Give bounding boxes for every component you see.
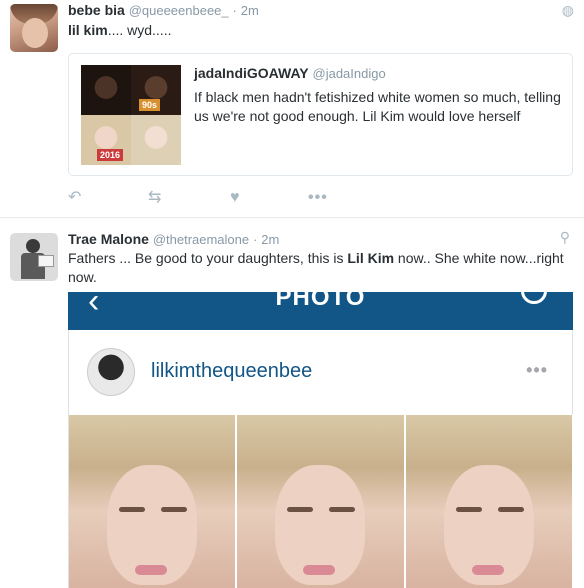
- instagram-photo: [69, 415, 573, 588]
- avatar[interactable]: [10, 4, 58, 52]
- instagram-title: PHOTO: [275, 292, 366, 311]
- avatar-face: [22, 18, 48, 48]
- photo-brow: [329, 507, 356, 512]
- author-name[interactable]: bebe bia: [68, 2, 125, 18]
- tweet-text-bold[interactable]: Lil Kim: [347, 250, 394, 266]
- instagram-username: lilkimthequeenbee: [151, 360, 313, 382]
- tweet[interactable]: bebe bia @queeeenbeee_ · 2m ◍ lil kim...…: [0, 0, 584, 218]
- tweet[interactable]: Trae Malone @thetraemalone · 2m ⚲ Father…: [0, 219, 584, 588]
- author-name[interactable]: Trae Malone: [68, 231, 149, 247]
- tweet-actions: ↶ ⇆ ♥ •••: [68, 188, 368, 208]
- avatar-sign: [38, 255, 54, 267]
- tweet-header: Trae Malone @thetraemalone · 2m: [68, 231, 279, 247]
- tweet-text: lil kim.... wyd.....: [68, 21, 171, 40]
- quoted-tweet[interactable]: 90s 2016 jadaIndiGOAWAY @jadaIndigo If b…: [68, 53, 573, 176]
- quote-author-name[interactable]: jadaIndiGOAWAY: [194, 65, 309, 81]
- tweet-text-bold[interactable]: lil kim: [68, 22, 108, 38]
- quote-header: jadaIndiGOAWAY @jadaIndigo: [194, 65, 386, 81]
- photo-brow: [497, 507, 524, 512]
- author-handle[interactable]: @queeeenbeee_: [129, 3, 229, 18]
- photo-panel: [237, 415, 406, 588]
- photo-lips: [135, 565, 167, 575]
- separator-dot: ·: [253, 232, 258, 247]
- avatar[interactable]: [10, 233, 58, 281]
- tweet-media-image[interactable]: ‹ PHOTO lilkimthequeenbee •••: [68, 292, 573, 588]
- timestamp[interactable]: 2m: [241, 3, 259, 18]
- instagram-post-card: lilkimthequeenbee •••: [68, 330, 573, 588]
- photo-lips: [471, 565, 504, 575]
- thumb-cell: [81, 65, 131, 115]
- instagram-header-bar: ‹ PHOTO: [68, 292, 573, 330]
- photo-panel: [69, 415, 238, 588]
- globe-icon: ◍: [561, 2, 574, 18]
- location-pin-icon[interactable]: ⚲: [560, 229, 570, 246]
- reply-icon[interactable]: ↶: [68, 188, 81, 208]
- photo-brow: [161, 507, 187, 512]
- tweet-text: Fathers ... Be good to your daughters, t…: [68, 249, 574, 287]
- author-handle[interactable]: @thetraemalone: [153, 232, 249, 247]
- timestamp[interactable]: 2m: [261, 232, 279, 247]
- photo-panel: [405, 415, 573, 588]
- thumb-label-2016: 2016: [97, 149, 124, 161]
- photo-lips: [303, 565, 336, 575]
- separator-dot: ·: [232, 3, 237, 18]
- photo-brow: [287, 507, 314, 512]
- avatar-head: [26, 239, 40, 253]
- heart-icon[interactable]: ♥: [230, 188, 240, 208]
- retweet-icon[interactable]: ⇆: [148, 188, 161, 208]
- quote-author-handle[interactable]: @jadaIndigo: [313, 66, 386, 81]
- more-icon[interactable]: •••: [308, 188, 328, 208]
- instagram-avatar: [87, 348, 135, 396]
- thumb-label-90s: 90s: [139, 99, 161, 111]
- tweet-text-rest: .... wyd.....: [107, 22, 172, 38]
- tweet-text-pre: Fathers ... Be good to your daughters, t…: [68, 250, 348, 266]
- photo-brow: [119, 507, 145, 512]
- quote-thumbnail[interactable]: 90s 2016: [81, 65, 181, 165]
- instagram-more-icon: •••: [526, 360, 548, 380]
- tweet-header: bebe bia @queeeenbeee_ · 2m: [68, 2, 259, 18]
- photo-brow: [455, 507, 482, 512]
- thumb-cell: [131, 115, 181, 165]
- quote-text: If black men hadn't fetishized white wom…: [194, 89, 561, 124]
